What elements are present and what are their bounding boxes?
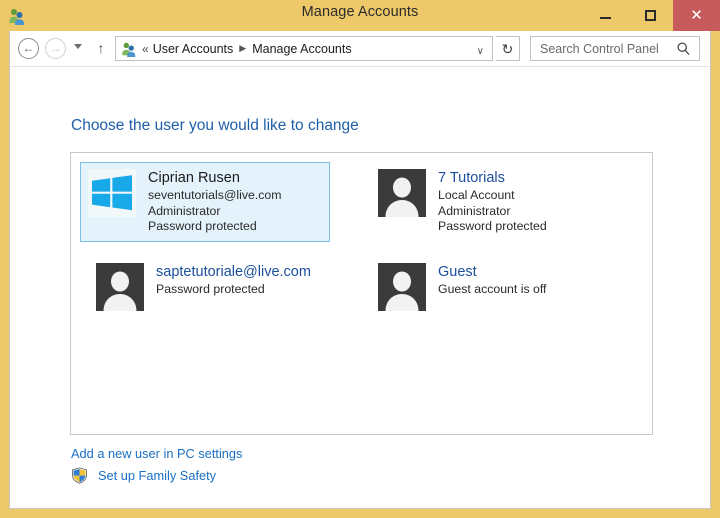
- page-content: Choose the user you would like to change: [10, 67, 710, 508]
- account-detail-type: Local Account: [438, 188, 515, 202]
- account-tile-7-tutorials[interactable]: 7 Tutorials Local Account Administrator …: [371, 163, 621, 241]
- navigation-bar: ← → ↑ « User Accounts ▶ Manage Accounts …: [10, 31, 710, 67]
- search-box[interactable]: [530, 36, 700, 61]
- account-name: 7 Tutorials: [438, 170, 505, 186]
- windows-logo-avatar: [88, 169, 136, 217]
- account-detail-status: Guest account is off: [438, 282, 547, 296]
- address-user-accounts-icon: [121, 41, 137, 57]
- breadcrumb-manage-accounts[interactable]: Manage Accounts: [252, 42, 351, 56]
- search-icon[interactable]: [676, 41, 691, 56]
- account-info: saptetutoriale@live.com Password protect…: [156, 263, 311, 298]
- refresh-button[interactable]: ↻: [496, 36, 520, 61]
- back-arrow-icon: ←: [22, 41, 35, 55]
- person-avatar: [96, 263, 144, 311]
- account-name: Guest: [438, 264, 477, 280]
- address-chevron-down-icon[interactable]: ∨: [477, 46, 484, 57]
- breadcrumb-overflow-icon[interactable]: «: [142, 42, 149, 56]
- account-info: Guest Guest account is off: [438, 263, 546, 298]
- up-button[interactable]: ↑: [92, 38, 110, 58]
- breadcrumb-user-accounts[interactable]: User Accounts: [153, 42, 234, 56]
- accounts-panel: Ciprian Rusen seventutorials@live.com Ad…: [70, 152, 653, 435]
- minimize-button[interactable]: [583, 0, 628, 31]
- refresh-icon: ↻: [501, 40, 514, 57]
- account-detail-password: Password protected: [148, 219, 257, 233]
- window-controls: ✕: [583, 0, 720, 31]
- add-new-user-link[interactable]: Add a new user in PC settings: [71, 446, 242, 461]
- forward-button[interactable]: →: [45, 38, 66, 59]
- account-tile-ciprian-rusen[interactable]: Ciprian Rusen seventutorials@live.com Ad…: [80, 162, 330, 242]
- page-title: Choose the user you would like to change: [71, 117, 359, 134]
- client-area: ← → ↑ « User Accounts ▶ Manage Accounts …: [9, 31, 711, 509]
- account-name: saptetutoriale@live.com: [156, 264, 311, 280]
- account-detail-role: Administrator: [438, 203, 511, 218]
- forward-arrow-icon: →: [49, 41, 62, 55]
- maximize-button[interactable]: [628, 0, 673, 31]
- up-arrow-icon: ↑: [97, 40, 105, 56]
- account-detail-password: Password protected: [156, 282, 265, 296]
- account-info: Ciprian Rusen seventutorials@live.com Ad…: [148, 169, 281, 235]
- account-detail-password: Password protected: [438, 219, 547, 233]
- close-button[interactable]: ✕: [673, 0, 720, 31]
- title-bar: Manage Accounts ✕: [0, 0, 720, 31]
- recent-pages-chevron-down-icon[interactable]: [74, 44, 82, 49]
- search-input[interactable]: [538, 40, 682, 57]
- set-up-family-safety-link[interactable]: Set up Family Safety: [71, 467, 216, 484]
- account-name: Ciprian Rusen: [148, 170, 240, 186]
- account-tile-saptetutoriale[interactable]: saptetutoriale@live.com Password protect…: [89, 257, 349, 317]
- account-info: 7 Tutorials Local Account Administrator …: [438, 169, 547, 235]
- account-detail-email: seventutorials@live.com: [148, 188, 282, 202]
- shield-icon: [71, 467, 88, 484]
- breadcrumb-separator-icon: ▶: [239, 43, 247, 53]
- close-icon: ✕: [690, 7, 703, 24]
- person-avatar: [378, 169, 426, 217]
- maximize-icon: [645, 10, 656, 21]
- person-avatar: [378, 263, 426, 311]
- account-tile-guest[interactable]: Guest Guest account is off: [371, 257, 621, 317]
- address-bar[interactable]: « User Accounts ▶ Manage Accounts ∨: [115, 36, 493, 61]
- minimize-icon: [600, 17, 611, 19]
- family-safety-label: Set up Family Safety: [98, 468, 217, 483]
- manage-accounts-window: Manage Accounts ✕ ← → ↑ « User Accounts …: [0, 0, 720, 518]
- back-button[interactable]: ←: [18, 38, 39, 59]
- account-detail-type: Administrator: [148, 203, 221, 218]
